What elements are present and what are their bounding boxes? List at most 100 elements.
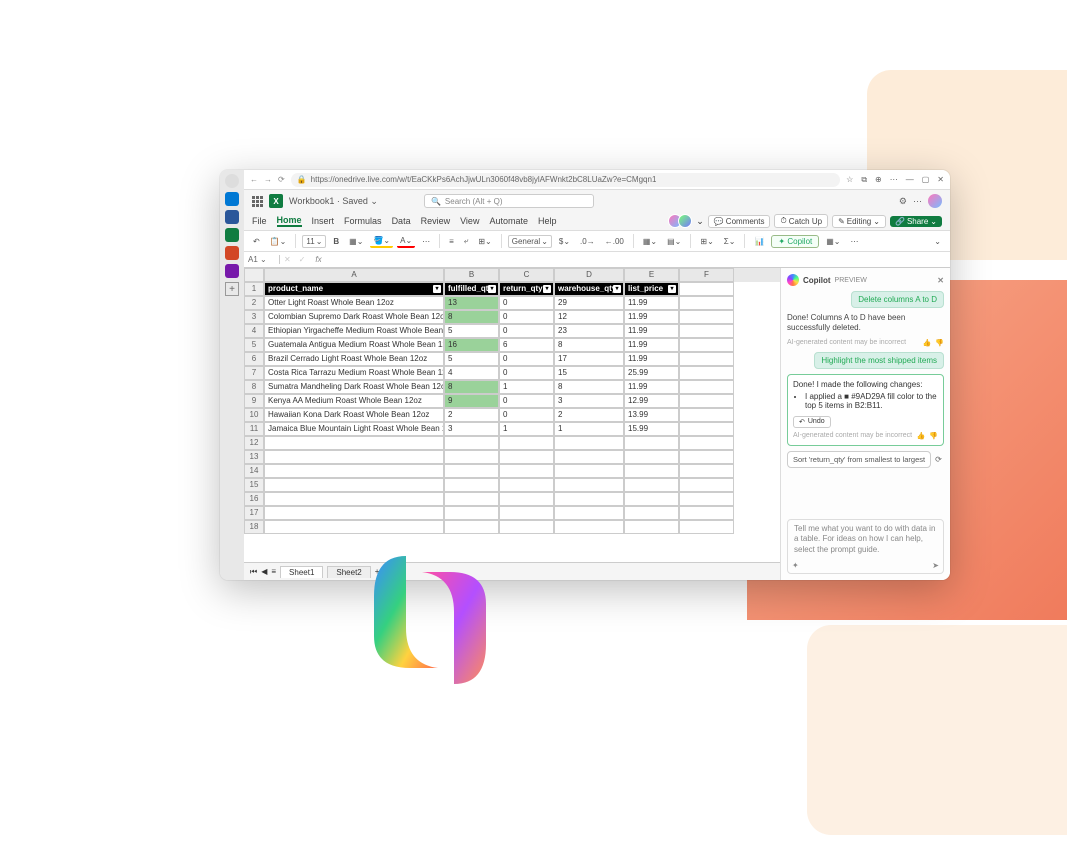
sheet-nav-first-icon[interactable]: ⏮ bbox=[250, 567, 257, 577]
merge-icon[interactable]: ⊞⌄ bbox=[475, 236, 494, 247]
table-row[interactable]: 7 Costa Rica Tarrazu Medium Roast Whole … bbox=[244, 366, 780, 380]
nav-forward-icon[interactable]: → bbox=[264, 175, 272, 184]
close-icon[interactable]: ✕ bbox=[937, 175, 944, 185]
autosum-icon[interactable]: Σ⌄ bbox=[721, 236, 739, 247]
addins-icon[interactable]: ▦⌄ bbox=[823, 236, 843, 247]
favorite-icon[interactable]: ☆ bbox=[846, 175, 853, 185]
minimize-icon[interactable]: — bbox=[906, 175, 914, 185]
border-icon[interactable]: ▦⌄ bbox=[346, 236, 366, 247]
fx-cancel-icon[interactable]: ✕ bbox=[280, 255, 295, 264]
select-all-corner[interactable] bbox=[244, 268, 264, 282]
address-bar[interactable]: 🔒 https://onedrive.live.com/w/t/EaCKkPs6… bbox=[291, 173, 840, 187]
align-middle-icon[interactable]: ≡ bbox=[446, 236, 457, 247]
refresh-suggestions-icon[interactable]: ⟳ bbox=[935, 455, 942, 464]
tab-automate[interactable]: Automate bbox=[489, 216, 528, 226]
thumbs-down-icon[interactable]: 👎 bbox=[935, 339, 944, 347]
decimal-inc-icon[interactable]: ←.00 bbox=[602, 236, 627, 247]
more-font-icon[interactable]: ⋯ bbox=[419, 236, 433, 247]
catchup-button[interactable]: ⏱ Catch Up bbox=[774, 214, 828, 228]
thumbs-up-icon[interactable]: 👍 bbox=[917, 432, 926, 440]
tab-file[interactable]: File bbox=[252, 216, 267, 226]
document-name[interactable]: Workbook1 · Saved ⌄ bbox=[289, 196, 378, 207]
rail-onenote-icon[interactable] bbox=[225, 264, 239, 278]
overflow-icon[interactable]: ⋯ bbox=[913, 196, 922, 207]
table-row[interactable]: 6 Brazil Cerrado Light Roast Whole Bean … bbox=[244, 352, 780, 366]
copilot-ribbon-button[interactable]: ✦ Copilot bbox=[771, 235, 819, 248]
tab-help[interactable]: Help bbox=[538, 216, 557, 226]
rail-avatar[interactable] bbox=[225, 174, 239, 188]
paste-icon[interactable]: 📋⌄ bbox=[267, 236, 290, 247]
more-icon[interactable]: ⋯ bbox=[890, 175, 898, 185]
currency-icon[interactable]: $⌄ bbox=[556, 236, 573, 247]
thumbs-up-icon[interactable]: 👍 bbox=[923, 339, 932, 347]
tab-home[interactable]: Home bbox=[277, 215, 302, 227]
prompt-guide-icon[interactable]: ✦ bbox=[792, 561, 799, 570]
rail-powerpoint-icon[interactable] bbox=[225, 246, 239, 260]
decimal-dec-icon[interactable]: .0→ bbox=[577, 236, 598, 247]
user-avatar[interactable] bbox=[928, 194, 942, 208]
col-header[interactable]: A bbox=[264, 268, 444, 282]
thumbs-down-icon[interactable]: 👎 bbox=[929, 432, 938, 440]
sheet-list-icon[interactable]: ≡ bbox=[271, 567, 276, 576]
table-row[interactable]: 2 Otter Light Roast Whole Bean 12oz 13 0… bbox=[244, 296, 780, 310]
table-row[interactable]: 4 Ethiopian Yirgacheffe Medium Roast Who… bbox=[244, 324, 780, 338]
col-header[interactable]: D bbox=[554, 268, 624, 282]
table-row[interactable]: 10 Hawaiian Kona Dark Roast Whole Bean 1… bbox=[244, 408, 780, 422]
rail-outlook-icon[interactable] bbox=[225, 192, 239, 206]
fill-color-icon[interactable]: 🪣⌄ bbox=[370, 235, 393, 248]
wrap-text-icon[interactable]: ⤶ bbox=[461, 235, 471, 247]
conditional-format-icon[interactable]: ▦⌄ bbox=[640, 236, 660, 247]
name-box[interactable]: A1 ⌄ bbox=[244, 255, 280, 264]
copilot-close-icon[interactable]: ✕ bbox=[937, 276, 944, 285]
nav-refresh-icon[interactable]: ⟳ bbox=[278, 175, 285, 184]
share-button[interactable]: 🔗 Share ⌄ bbox=[890, 216, 942, 227]
table-row[interactable]: 5 Guatemala Antigua Medium Roast Whole B… bbox=[244, 338, 780, 352]
fx-confirm-icon[interactable]: ✓ bbox=[295, 255, 310, 264]
col-header[interactable]: F bbox=[679, 268, 734, 282]
comments-button[interactable]: 💬 Comments bbox=[708, 215, 771, 228]
tab-data[interactable]: Data bbox=[392, 216, 411, 226]
table-row[interactable]: 8 Sumatra Mandheling Dark Roast Whole Be… bbox=[244, 380, 780, 394]
tab-review[interactable]: Review bbox=[421, 216, 451, 226]
send-icon[interactable]: ➤ bbox=[932, 561, 939, 570]
settings-icon[interactable]: ⚙ bbox=[899, 196, 907, 207]
search-input[interactable]: 🔍 Search (Alt + Q) bbox=[424, 194, 594, 208]
fx-icon[interactable]: fx bbox=[309, 255, 327, 264]
tab-formulas[interactable]: Formulas bbox=[344, 216, 382, 226]
font-size-input[interactable]: 11 ⌄ bbox=[302, 235, 326, 248]
presence-avatars[interactable] bbox=[672, 214, 692, 228]
ribbon-more-icon[interactable]: ⋯ bbox=[848, 236, 862, 247]
presence-more-icon[interactable]: ⌄ bbox=[696, 216, 704, 227]
extensions-icon[interactable]: ⧉ bbox=[861, 175, 867, 185]
insert-cells-icon[interactable]: ⊞⌄ bbox=[697, 236, 716, 247]
table-row[interactable]: 3 Colombian Supremo Dark Roast Whole Bea… bbox=[244, 310, 780, 324]
undo-button[interactable]: ↶ Undo bbox=[793, 416, 831, 428]
col-header[interactable]: E bbox=[624, 268, 679, 282]
rail-excel-icon[interactable] bbox=[225, 228, 239, 242]
tab-insert[interactable]: Insert bbox=[312, 216, 335, 226]
ribbon-collapse-icon[interactable]: ⌄ bbox=[931, 236, 944, 247]
collections-icon[interactable]: ⊕ bbox=[875, 175, 882, 185]
table-row[interactable]: 9 Kenya AA Medium Roast Whole Bean 12oz … bbox=[244, 394, 780, 408]
bold-icon[interactable]: B bbox=[330, 236, 342, 247]
nav-back-icon[interactable]: ← bbox=[250, 175, 258, 184]
rail-add-icon[interactable]: + bbox=[225, 282, 239, 296]
cell-style-icon[interactable]: ▤⌄ bbox=[664, 236, 684, 247]
tab-view[interactable]: View bbox=[460, 216, 479, 226]
undo-icon[interactable]: ↶ bbox=[250, 236, 263, 247]
col-header[interactable]: C bbox=[499, 268, 554, 282]
number-format-select[interactable]: General ⌄ bbox=[508, 235, 552, 248]
editing-button[interactable]: ✎ Editing ⌄ bbox=[832, 215, 886, 228]
grid-rows[interactable]: 1 product_name▾ fulfilled_qty▾ return_qt… bbox=[244, 282, 780, 562]
app-launcher-icon[interactable] bbox=[252, 196, 263, 207]
copilot-input[interactable]: Tell me what you want to do with data in… bbox=[787, 519, 944, 574]
analyze-icon[interactable]: 📊 bbox=[751, 236, 767, 247]
suggestion-chip[interactable]: Sort 'return_qty' from smallest to large… bbox=[787, 451, 931, 468]
maximize-icon[interactable]: ▢ bbox=[922, 175, 930, 185]
rail-word-icon[interactable] bbox=[225, 210, 239, 224]
sheet-nav-prev-icon[interactable]: ◀ bbox=[261, 567, 267, 576]
sheet-tab-1[interactable]: Sheet1 bbox=[280, 566, 323, 578]
col-header[interactable]: B bbox=[444, 268, 499, 282]
table-row[interactable]: 11 Jamaica Blue Mountain Light Roast Who… bbox=[244, 422, 780, 436]
font-color-icon[interactable]: A⌄ bbox=[397, 235, 415, 248]
